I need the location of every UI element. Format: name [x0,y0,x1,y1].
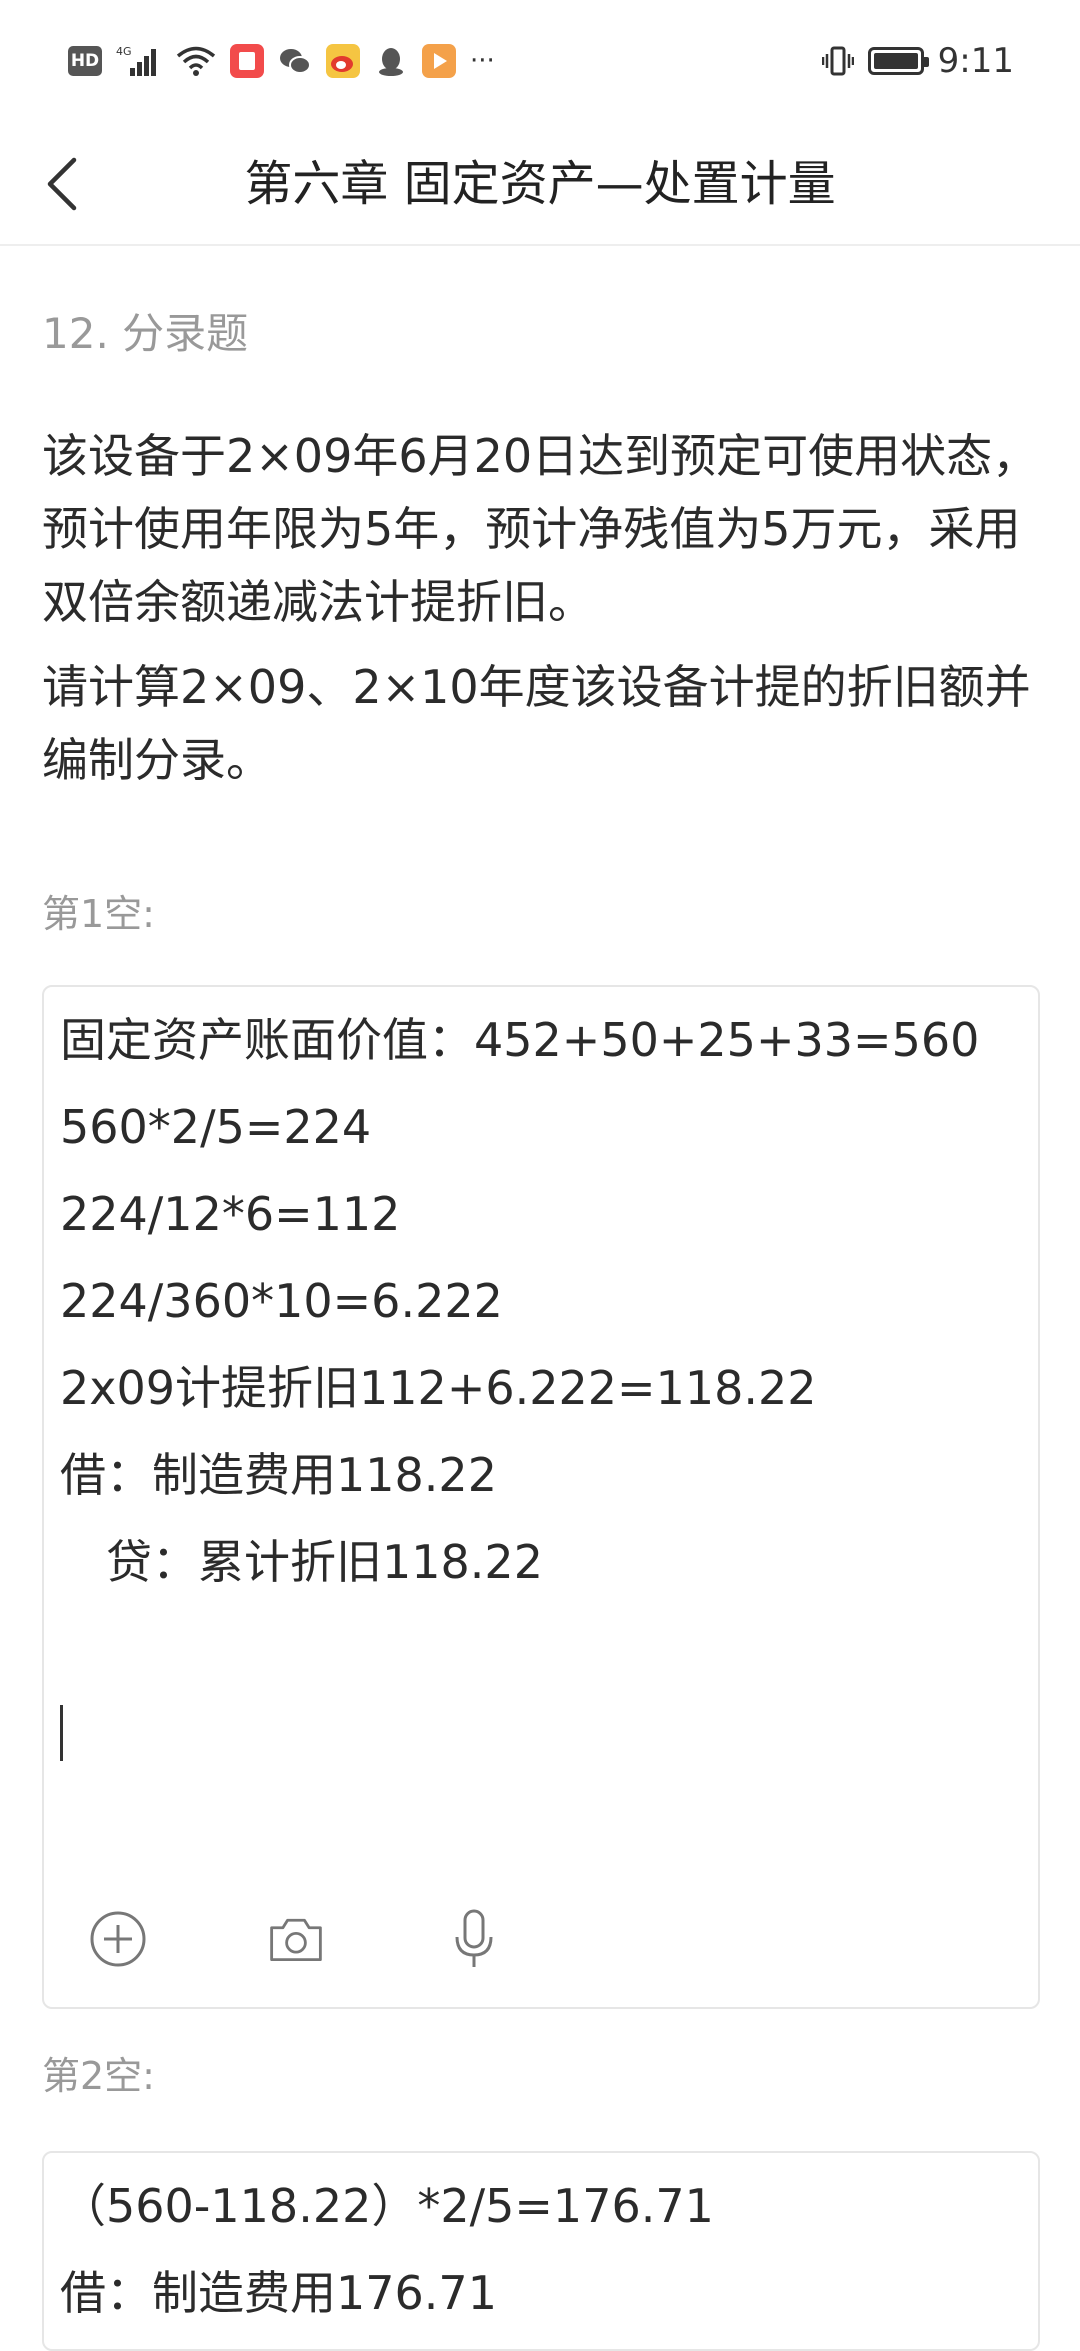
question-content: 12. 分录题 该设备于2×09年6月20日达到预定可使用状态，预计使用年限为5… [42,246,1040,2351]
question-type: 12. 分录题 [42,309,249,358]
page-title: 第六章 固定资产—处置计量 [244,156,836,212]
more-notifications-icon: ··· [470,46,495,76]
wifi-icon [176,45,216,77]
clock: 9:11 [937,41,1014,81]
blank-2-answer-text[interactable]: （560-118.22）*2/5=176.71 借：制造费用176.71 [44,2153,1038,2337]
plus-circle-icon [90,1911,146,1967]
blank-1-answer-text[interactable]: 固定资产账面价值：452+50+25+33=560 560*2/5=224 22… [44,987,1038,1606]
weibo-icon [326,44,360,78]
battery-icon [867,47,929,75]
blank-1-label: 第1空: [42,892,155,936]
add-attachment-button[interactable] [88,1909,148,1969]
wechat-icon [278,44,312,78]
camera-button[interactable] [266,1909,326,1969]
status-left: HD 4G ··· [68,44,495,78]
blank-2-answer-box[interactable]: （560-118.22）*2/5=176.71 借：制造费用176.71 [42,2151,1040,2351]
question-text: 该设备于2×09年6月20日达到预定可使用状态，预计使用年限为5年，预计净残值为… [42,420,1040,797]
nav-bar: 第六章 固定资产—处置计量 [0,122,1080,246]
network-type: 4G [116,45,132,58]
signal-icon: 4G [116,44,162,78]
video-app-icon [422,44,456,78]
notification-app-icon [230,44,264,78]
blank-1-answer-box[interactable]: 固定资产账面价值：452+50+25+33=560 560*2/5=224 22… [42,985,1040,2009]
qq-icon [374,44,408,78]
text-cursor [60,1705,63,1761]
question-paragraph: 该设备于2×09年6月20日达到预定可使用状态，预计使用年限为5年，预计净残值为… [42,429,1039,629]
microphone-icon [455,1909,493,1967]
hd-voice-icon: HD [68,46,102,76]
blank-2-label: 第2空: [42,2054,155,2098]
voice-input-button[interactable] [444,1909,504,1969]
answer-toolbar [88,1909,504,1969]
question-paragraph: 请计算2×09、2×10年度该设备计提的折旧额并编制分录。 [42,660,1031,787]
vibrate-icon [821,45,854,77]
camera-icon [270,1918,322,1962]
status-bar: HD 4G ··· 9:11 [0,0,1080,122]
status-right: 9:11 [821,41,1014,81]
